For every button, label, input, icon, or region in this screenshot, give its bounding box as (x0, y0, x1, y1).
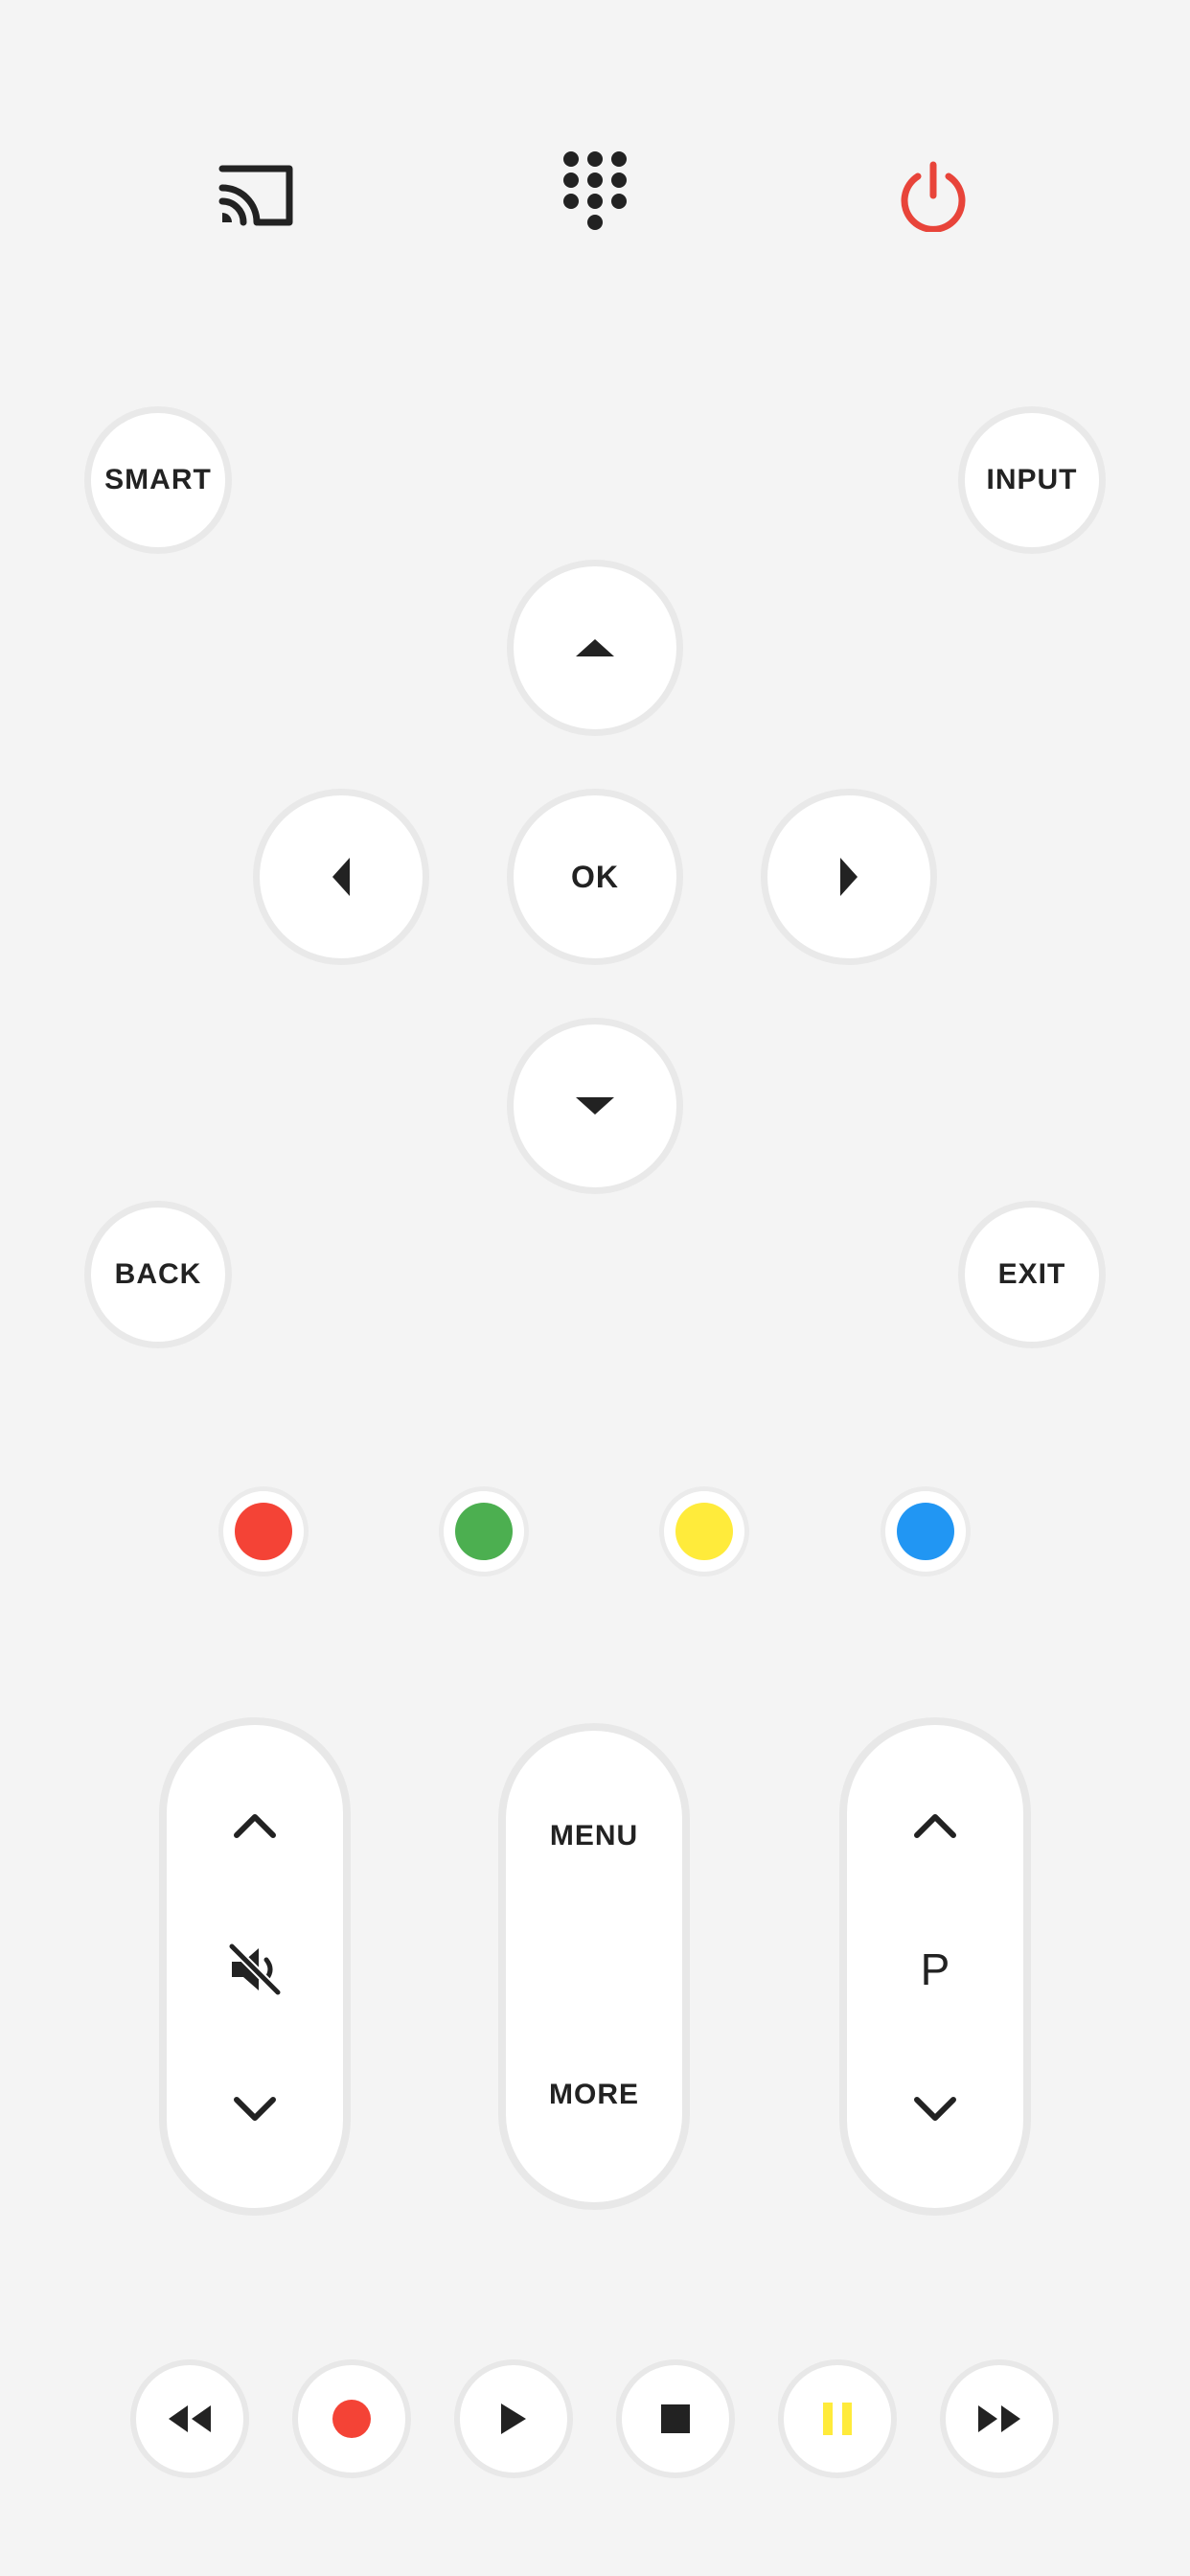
play-icon (501, 2404, 526, 2434)
back-button[interactable]: BACK (84, 1201, 232, 1348)
ok-button[interactable]: OK (507, 789, 683, 965)
smart-button[interactable]: SMART (84, 406, 232, 554)
power-icon[interactable] (876, 138, 991, 253)
yellow-key[interactable] (659, 1486, 749, 1576)
dpad-down-button[interactable] (507, 1018, 683, 1194)
volume-up-button[interactable] (167, 1782, 343, 1869)
chevron-up-icon (914, 1814, 956, 1838)
smart-label: SMART (104, 464, 212, 495)
fast-forward-icon (978, 2405, 1020, 2432)
dialpad-icon[interactable] (538, 138, 652, 253)
stop-button[interactable] (616, 2359, 735, 2478)
back-label: BACK (114, 1258, 202, 1290)
rewind-icon (169, 2405, 211, 2432)
dpad-left-button[interactable] (253, 789, 429, 965)
channel-label: P (920, 1944, 950, 1994)
red-dot (235, 1503, 292, 1560)
blue-dot (897, 1503, 954, 1560)
exit-label: EXIT (997, 1258, 1066, 1290)
ok-label: OK (571, 859, 619, 894)
channel-label-area: P (847, 1926, 1023, 2012)
green-dot (455, 1503, 513, 1560)
chevron-up-icon (234, 1814, 276, 1838)
input-label: INPUT (986, 464, 1078, 495)
pause-button[interactable] (778, 2359, 897, 2478)
arrow-left-icon (332, 858, 350, 896)
dpad-up-button[interactable] (507, 560, 683, 736)
channel-rocker: P (839, 1717, 1031, 2216)
pause-icon (823, 2403, 852, 2435)
volume-down-button[interactable] (167, 2066, 343, 2152)
cast-icon[interactable] (198, 138, 313, 253)
exit-button[interactable]: EXIT (958, 1201, 1106, 1348)
mute-icon (227, 1942, 283, 1997)
fast-forward-button[interactable] (940, 2359, 1059, 2478)
blue-key[interactable] (881, 1486, 971, 1576)
chevron-down-icon (914, 2097, 956, 2121)
dpad-right-button[interactable] (761, 789, 937, 965)
chevron-down-icon (234, 2097, 276, 2121)
menu-button[interactable]: MENU (506, 1788, 682, 1884)
menu-label: MENU (549, 1820, 639, 1852)
more-button[interactable]: MORE (506, 2047, 682, 2143)
play-button[interactable] (454, 2359, 573, 2478)
record-icon (332, 2400, 371, 2438)
volume-rocker (159, 1717, 351, 2216)
arrow-down-icon (576, 1097, 614, 1115)
channel-down-button[interactable] (847, 2066, 1023, 2152)
stop-icon (661, 2404, 690, 2433)
record-button[interactable] (292, 2359, 411, 2478)
rewind-button[interactable] (130, 2359, 249, 2478)
yellow-dot (675, 1503, 733, 1560)
input-button[interactable]: INPUT (958, 406, 1106, 554)
mute-button[interactable] (167, 1926, 343, 2012)
more-label: MORE (549, 2079, 639, 2110)
red-key[interactable] (218, 1486, 309, 1576)
arrow-up-icon (576, 639, 614, 656)
green-key[interactable] (439, 1486, 529, 1576)
arrow-right-icon (840, 858, 858, 896)
menu-more-rocker: MENU MORE (498, 1723, 690, 2210)
channel-up-button[interactable] (847, 1782, 1023, 1869)
